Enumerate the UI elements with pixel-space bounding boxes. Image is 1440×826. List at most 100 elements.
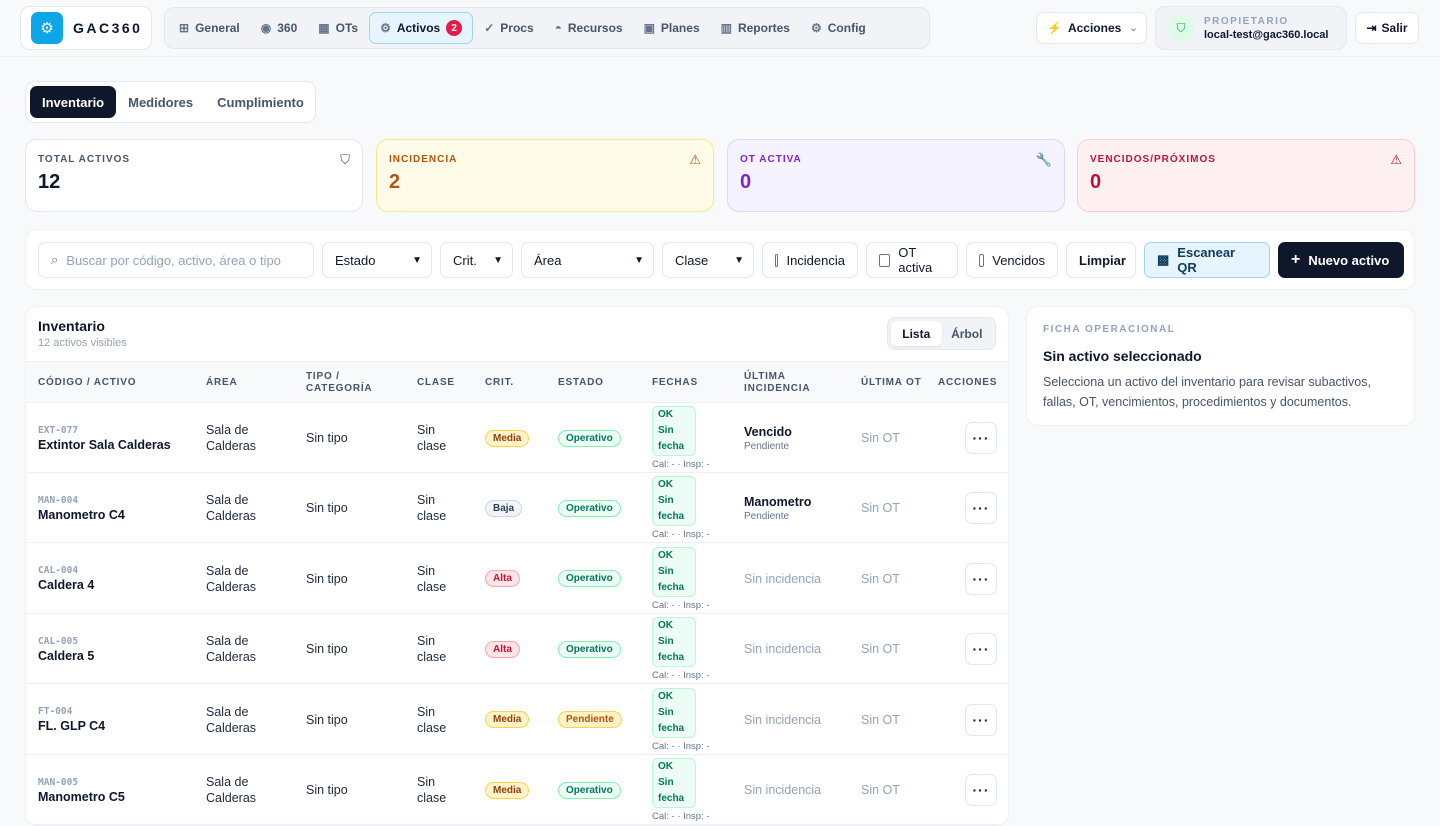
dates-ok-badge: OK Sin fecha (652, 617, 696, 668)
nav-item-360[interactable]: ◉ 360 (251, 12, 308, 44)
shield-icon: ⛉ (340, 152, 350, 167)
criticality-badge: Baja (485, 499, 523, 517)
incident-title: Vencido (744, 424, 792, 439)
acciones-label: Acciones (1067, 21, 1122, 35)
clase-select-label: Clase (675, 252, 709, 268)
check-circle-icon: ✓ (484, 21, 495, 35)
dates-ok-line1: OK Sin (658, 409, 674, 436)
dates-ok-line2: fecha (658, 511, 685, 523)
table-row[interactable]: EXT-077 Extintor Sala Calderas Sala de Cal… (26, 403, 1008, 473)
warning-icon: ⚠ (689, 152, 701, 167)
asset-name[interactable]: Caldera 4 (38, 578, 203, 592)
cal-insp-dates: Cal: - · Insp: - (652, 740, 710, 752)
nav-item-label: General (195, 21, 240, 35)
asset-name[interactable]: Manometro C4 (38, 508, 203, 522)
table-row[interactable]: MAN-004 Manometro C4 Sala de Calderas Sin … (26, 473, 1008, 544)
search-placeholder: Buscar por código, activo, área o tipo (66, 252, 281, 268)
criticality-badge: Media (485, 711, 530, 729)
nav-item-activos[interactable]: ⚙ Activos 2 (369, 12, 474, 44)
cal-insp-dates: Cal: - · Insp: - (652, 599, 710, 611)
asset-code: MAN-004 (38, 494, 79, 506)
tab-cumplimiento[interactable]: Cumplimiento (205, 86, 316, 118)
incident-none: Sin incidencia (744, 642, 822, 657)
crit-select-label: Crit. (453, 252, 477, 268)
eye-icon: ◉ (260, 21, 272, 35)
view-list-button[interactable]: Lista (891, 321, 942, 346)
column-header: CRIT. (485, 377, 514, 388)
nav-item-ots[interactable]: ▦ OTs (308, 12, 368, 44)
table-row[interactable]: CAL-004 Caldera 4 Sala de Calderas Sin tip… (26, 544, 1008, 614)
checkbox-box[interactable] (879, 253, 891, 267)
dates-ok-badge: OK Sin fecha (652, 687, 696, 738)
app-logo[interactable]: ⚙ GAC360 (20, 6, 152, 50)
nav-item-planes[interactable]: ▣ Planes (634, 12, 710, 44)
asset-area: Sala de (206, 634, 249, 649)
status-badge: Operativo (558, 570, 621, 588)
table-row[interactable]: CAL-005 Caldera 5 Sala de Calderas Sin tip… (26, 614, 1008, 685)
row-actions-button[interactable]: ··· (965, 633, 997, 666)
checkbox-box[interactable] (979, 253, 985, 267)
nav-item-reportes[interactable]: ▥ Reportes (711, 12, 800, 44)
dates-ok-line2: fecha (658, 722, 685, 734)
top-bar: ⚙ GAC360 ⊞ General ◉ 360 ▦ OTs ⚙ Activos 2 ✓ Procs… (0, 0, 1440, 57)
asset-class-line2: clase (417, 791, 447, 805)
dates-ok-line2: fecha (658, 652, 685, 664)
ot-activa-label: OT activa (898, 245, 933, 275)
incidencia-checkbox[interactable]: Incidencia (762, 242, 858, 278)
asset-type: Sin tipo (306, 571, 348, 586)
count-badge: 2 (446, 20, 463, 36)
nav-item-procs[interactable]: ✓ Procs (474, 12, 543, 44)
limpiar-button[interactable]: Limpiar (1066, 242, 1136, 278)
scan-qr-button[interactable]: ▩ Escanear QR (1144, 242, 1270, 278)
row-actions-button[interactable]: ··· (965, 774, 997, 806)
kpi-card[interactable]: VENCIDOS/PRÓXIMOS 0 ⚠ (1077, 139, 1415, 212)
nav-item-label: Procs (500, 21, 534, 35)
kpi-card[interactable]: TOTAL ACTIVOS 12 ⛉ (25, 139, 363, 212)
tab-medidores[interactable]: Medidores (116, 86, 205, 118)
dates-ok-badge: OK Sin fecha (652, 406, 696, 456)
inventory-title: Inventario (38, 318, 105, 334)
asset-name[interactable]: FL. GLP C4 (38, 719, 203, 733)
vencidos-checkbox[interactable]: Vencidos (966, 242, 1058, 278)
area-select[interactable]: Área ▼ (521, 242, 654, 278)
table-row[interactable]: MAN-005 Manometro C5 Sala de Calderas Sin … (26, 755, 1008, 825)
acciones-dropdown[interactable]: ⚡ Acciones ⌄ (1036, 12, 1147, 44)
nav-item-recursos[interactable]: ◓ Recursos (545, 12, 633, 44)
row-actions-button[interactable]: ··· (965, 703, 997, 736)
asset-area-line2: Calderas (206, 650, 257, 665)
kpi-card[interactable]: INCIDENCIA 2 ⚠ (376, 139, 714, 212)
logout-button[interactable]: ⇥ Salir (1355, 12, 1419, 44)
table-row[interactable]: FT-004 FL. GLP C4 Sala de Calderas Sin tip… (26, 685, 1008, 755)
logout-label: Salir (1381, 21, 1408, 35)
row-actions-button[interactable]: ··· (965, 422, 997, 454)
asset-class: Sin (417, 634, 436, 649)
view-toggle: Lista Árbol (887, 317, 996, 350)
kpi-label: INCIDENCIA (389, 154, 458, 165)
search-icon: ⌕ (51, 252, 59, 267)
more-horizontal-icon: ··· (972, 500, 990, 517)
assets-icon: ⚙ (380, 21, 391, 35)
checkbox-box[interactable] (775, 253, 779, 267)
user-badge[interactable]: ⛉ PROPIETARIO local-test@gac360.local (1155, 6, 1347, 50)
ot-activa-checkbox[interactable]: OT activa (866, 242, 958, 278)
kpi-card[interactable]: OT ACTIVA 0 🔧 (727, 139, 1065, 212)
nav-item-label: 360 (277, 21, 298, 35)
row-actions-button[interactable]: ··· (965, 562, 997, 595)
row-actions-button[interactable]: ··· (965, 492, 997, 525)
chevron-down-icon: ▼ (634, 254, 644, 266)
new-asset-button[interactable]: + Nuevo activo (1278, 242, 1404, 278)
nav-item-label: Activos (396, 21, 441, 35)
search-input[interactable]: ⌕ Buscar por código, activo, área o tipo (38, 242, 314, 278)
asset-name[interactable]: Manometro C5 (38, 790, 203, 804)
nav-item-config[interactable]: ⚙ Config (801, 12, 876, 44)
clase-select[interactable]: Clase ▼ (662, 242, 754, 278)
tab-inventario[interactable]: Inventario (30, 86, 117, 118)
crit-select[interactable]: Crit. ▼ (440, 242, 513, 278)
asset-class: Sin (417, 775, 436, 789)
estado-select[interactable]: Estado ▼ (322, 242, 432, 278)
asset-name[interactable]: Extintor Sala Calderas (38, 438, 203, 452)
asset-name[interactable]: Caldera 5 (38, 649, 203, 663)
nav-item-general[interactable]: ⊞ General (169, 12, 250, 44)
view-tree-button[interactable]: Árbol (942, 321, 993, 346)
chevron-down-icon: ▼ (734, 254, 744, 266)
